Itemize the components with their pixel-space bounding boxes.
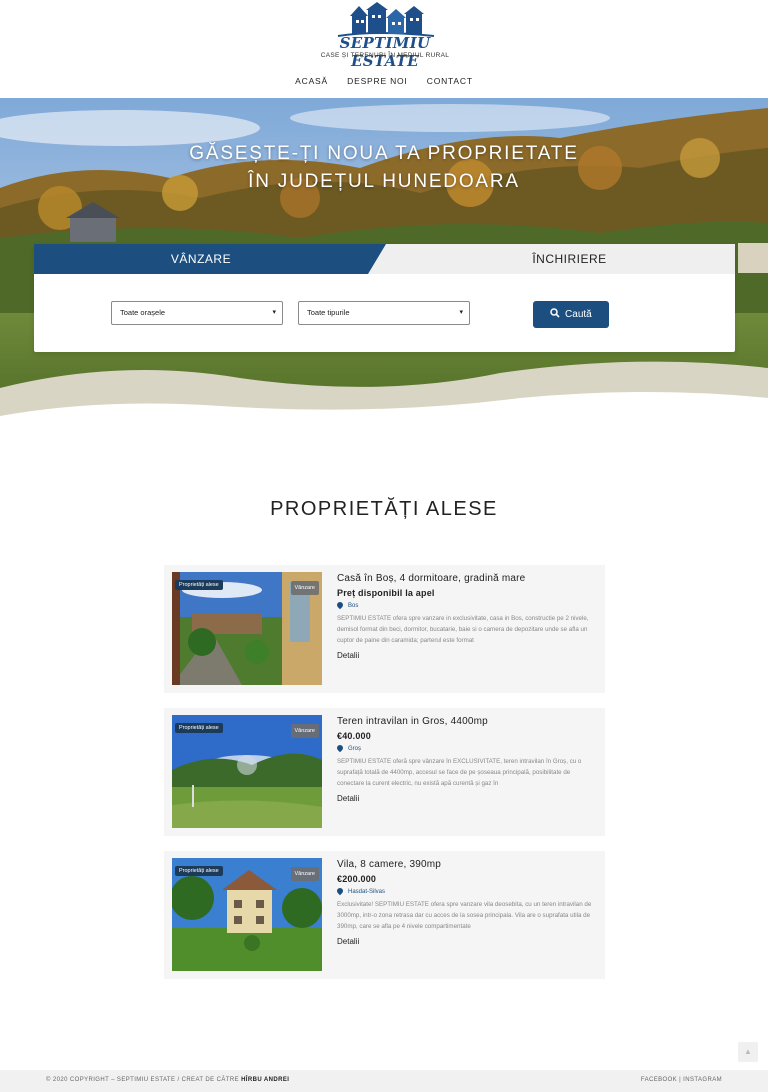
nav-home[interactable]: ACASĂ xyxy=(295,76,328,86)
listing-location-text: Bos xyxy=(348,603,359,609)
featured-badge: Proprietăți alese xyxy=(175,723,223,733)
listing-image[interactable]: Proprietăți alese Vânzare xyxy=(172,858,322,971)
status-badge: Vânzare xyxy=(290,867,319,881)
search-button[interactable]: Caută xyxy=(533,301,609,328)
listing-details-link[interactable]: Detalii xyxy=(337,937,359,946)
main-nav: ACASĂ DESPRE NOI CONTACT xyxy=(0,76,768,86)
map-pin-icon xyxy=(335,600,345,610)
section-title: PROPRIETĂȚI ALESE xyxy=(270,498,498,520)
search-panel: VÂNZARE ÎNCHIRIERE Toate orașele ▾ Toate… xyxy=(34,244,735,352)
page: SEPTIMIU ESTATE CASE ȘI TERENURI ÎN MEDI… xyxy=(0,0,768,1092)
tab-rent[interactable]: ÎNCHIRIERE xyxy=(404,244,735,274)
status-badge: Vânzare xyxy=(290,581,319,595)
search-button-label: Caută xyxy=(565,309,592,320)
map-pin-icon xyxy=(335,886,345,896)
hero-heading-line-1: GĂSEȘTE-ȚI NOUA TA PROPRIETATE xyxy=(189,143,579,164)
city-select-value: Toate orașele xyxy=(120,308,166,317)
listing-location-text: Groș xyxy=(348,746,362,752)
type-select[interactable]: Toate tipurile ▾ xyxy=(298,301,470,325)
author-link[interactable]: HÎRBU ANDREI xyxy=(241,1077,289,1083)
type-select-value: Toate tipurile xyxy=(307,308,350,317)
listing-title[interactable]: Casă în Boș, 4 dormitoare, gradină mare xyxy=(337,573,525,584)
status-badge: Vânzare xyxy=(290,724,319,738)
listing-price: €40.000 xyxy=(337,731,371,741)
chevron-down-icon: ▾ xyxy=(272,309,276,316)
search-icon xyxy=(550,308,560,318)
nav-about[interactable]: DESPRE NOI xyxy=(347,76,407,86)
listing-title[interactable]: Teren intravilan in Gros, 4400mp xyxy=(337,716,488,727)
logo[interactable]: SEPTIMIU ESTATE CASE ȘI TERENURI ÎN MEDI… xyxy=(316,2,454,70)
featured-badge: Proprietăți alese xyxy=(175,580,223,590)
listing-location-text: Hasdat-Silvas xyxy=(348,889,386,895)
listing-description: SEPTIMIU ESTATE ofera spre vanzare in ex… xyxy=(337,615,589,644)
logo-tagline: CASE ȘI TERENURI ÎN MEDIUL RURAL xyxy=(320,52,450,59)
listing-price: Preț disponibil la apel xyxy=(337,588,435,598)
copyright-text: © 2020 COPYRIGHT – SEPTIMIU ESTATE / CRE… xyxy=(46,1077,239,1083)
scroll-to-top-button[interactable]: ▲ xyxy=(738,1042,758,1062)
listing-title[interactable]: Vila, 8 camere, 390mp xyxy=(337,859,441,870)
listing-details-link[interactable]: Detalii xyxy=(337,794,359,803)
listing-card[interactable]: Proprietăți alese Vânzare Vila, 8 camere… xyxy=(164,851,605,979)
listing-image[interactable]: Proprietăți alese Vânzare xyxy=(172,715,322,828)
site-footer: © 2020 COPYRIGHT – SEPTIMIU ESTATE / CRE… xyxy=(0,1070,768,1092)
tab-sale[interactable]: VÂNZARE xyxy=(34,244,368,274)
listing-location: Bos xyxy=(335,600,359,610)
listing-card[interactable]: Proprietăți alese Vânzare Casă în Boș, 4… xyxy=(164,565,605,693)
footer-social-links[interactable]: FACEBOOK | INSTAGRAM xyxy=(641,1077,722,1083)
listing-description: Exclusivitate! SEPTIMIU ESTATE ofera spr… xyxy=(337,901,592,930)
city-select[interactable]: Toate orașele ▾ xyxy=(111,301,283,325)
listing-details-link[interactable]: Detalii xyxy=(337,651,359,660)
chevron-up-icon: ▲ xyxy=(744,1047,752,1056)
listing-image[interactable]: Proprietăți alese Vânzare xyxy=(172,572,322,685)
hero-heading-line-2: ÎN JUDEȚUL HUNEDOARA xyxy=(248,171,520,192)
search-tabs: VÂNZARE ÎNCHIRIERE xyxy=(34,244,735,274)
featured-badge: Proprietăți alese xyxy=(175,866,223,876)
listing-card[interactable]: Proprietăți alese Vânzare Teren intravil… xyxy=(164,708,605,836)
chevron-down-icon: ▾ xyxy=(459,309,463,316)
listing-location: Groș xyxy=(335,743,362,753)
listing-location: Hasdat-Silvas xyxy=(335,886,386,896)
listing-price: €200.000 xyxy=(337,874,377,884)
nav-contact[interactable]: CONTACT xyxy=(427,76,473,86)
hero-heading: GĂSEȘTE-ȚI NOUA TA PROPRIETATE ÎN JUDEȚU… xyxy=(0,140,768,196)
listing-description: SEPTIMIU ESTATE oferă spre vânzare în EX… xyxy=(337,758,582,787)
footer-copyright: © 2020 COPYRIGHT – SEPTIMIU ESTATE / CRE… xyxy=(46,1077,289,1083)
site-header: SEPTIMIU ESTATE CASE ȘI TERENURI ÎN MEDI… xyxy=(0,0,768,98)
map-pin-icon xyxy=(335,743,345,753)
